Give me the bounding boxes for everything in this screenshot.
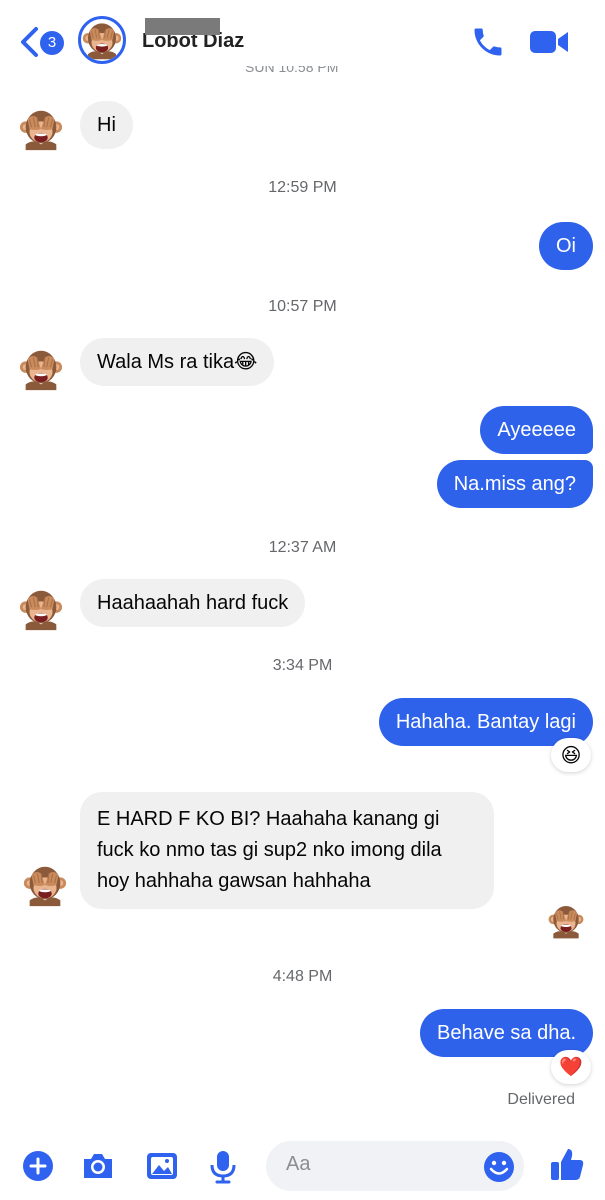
like-button[interactable] (548, 1146, 584, 1182)
laughing-emoji-icon: 😆 (560, 744, 582, 767)
sender-avatar[interactable] (18, 346, 64, 392)
delivery-status: Delivered (507, 1091, 575, 1108)
call-button[interactable] (470, 24, 506, 60)
plus-icon (23, 1151, 53, 1181)
timestamp: 10:57 PM (268, 298, 337, 315)
camera-icon (84, 1154, 112, 1178)
message-reaction[interactable]: 😆 (551, 738, 591, 772)
timestamp: 4:48 PM (272, 968, 333, 985)
name-redaction (145, 18, 220, 35)
timestamp: 12:37 AM (268, 539, 337, 556)
camera-button[interactable] (80, 1148, 116, 1184)
chat-header: 3 Lobot Diaz SUN 10:58 PM (0, 0, 605, 78)
emoji-icon (484, 1152, 514, 1182)
gallery-icon (147, 1153, 177, 1179)
incoming-message[interactable]: Haahaahah hard fuck (80, 579, 306, 627)
contact-avatar[interactable] (78, 16, 126, 64)
thumbs-up-icon (551, 1149, 584, 1180)
outgoing-message[interactable]: Na.miss ang? (436, 460, 593, 508)
video-camera-icon (530, 31, 568, 53)
incoming-message[interactable]: Wala Ms ra tika😂 (80, 338, 275, 386)
sender-avatar[interactable] (18, 106, 64, 152)
voice-button[interactable] (205, 1148, 241, 1184)
timestamp: 3:34 PM (272, 657, 333, 674)
back-chevron-icon (21, 27, 38, 57)
message-input[interactable] (286, 1153, 466, 1176)
phone-icon (474, 28, 502, 56)
incoming-message[interactable]: E HARD F KO BI? Haahaha kanang gi fuck k… (80, 792, 494, 909)
partial-timestamp: SUN 10:58 PM (245, 66, 339, 75)
gallery-button[interactable] (144, 1148, 180, 1184)
unread-count-badge[interactable]: 3 (40, 31, 64, 55)
incoming-message[interactable]: Hi (80, 101, 133, 149)
read-receipt-avatar (547, 902, 585, 940)
add-button[interactable] (20, 1148, 56, 1184)
sender-avatar[interactable] (18, 586, 64, 632)
timestamp: 12:59 PM (268, 179, 337, 196)
microphone-icon (210, 1151, 236, 1184)
heart-emoji-icon: ❤️ (559, 1057, 583, 1078)
outgoing-message[interactable]: Oi (539, 222, 593, 270)
emoji-button[interactable] (482, 1150, 516, 1184)
video-call-button[interactable] (528, 26, 570, 58)
message-reaction[interactable]: ❤️ (551, 1050, 591, 1084)
sender-avatar[interactable] (22, 862, 68, 908)
outgoing-message[interactable]: Ayeeeee (480, 406, 593, 454)
